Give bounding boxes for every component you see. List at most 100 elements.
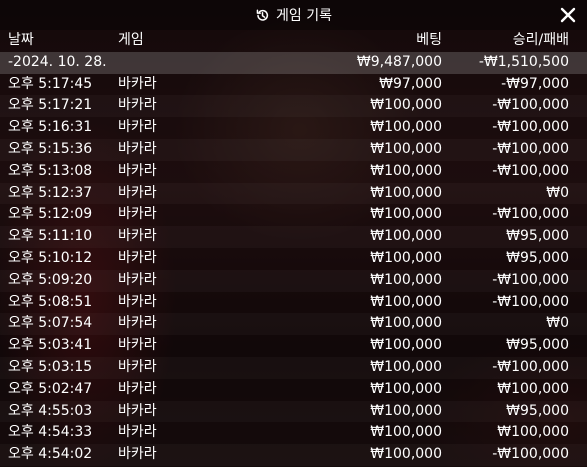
row-time: 오후 4:54:33 bbox=[8, 424, 93, 441]
row-bet: ₩100,000 bbox=[370, 380, 442, 397]
row-game: 바카라 bbox=[118, 162, 157, 179]
history-row[interactable]: 오후 5:17:45 바카라 ₩97,000 -₩97,000 bbox=[0, 74, 587, 96]
history-row[interactable]: 오후 5:10:12 바카라 ₩100,000 ₩95,000 bbox=[0, 248, 587, 270]
column-header-game: 게임 bbox=[118, 32, 144, 48]
history-row[interactable]: 오후 4:54:33 바카라 ₩100,000 ₩100,000 bbox=[0, 422, 587, 444]
row-time: 오후 5:03:41 bbox=[8, 337, 93, 354]
history-row[interactable]: 오후 5:09:20 바카라 ₩100,000 -₩100,000 bbox=[0, 270, 587, 292]
history-row[interactable]: 오후 5:13:08 바카라 ₩100,000 -₩100,000 bbox=[0, 161, 587, 183]
row-game: 바카라 bbox=[118, 119, 157, 136]
row-bet: ₩100,000 bbox=[370, 228, 442, 245]
row-winloss: ₩95,000 bbox=[506, 402, 569, 419]
history-row[interactable]: 오후 5:03:15 바카라 ₩100,000 -₩100,000 bbox=[0, 357, 587, 379]
row-time: 오후 5:08:51 bbox=[8, 293, 93, 310]
row-time: 오후 4:55:03 bbox=[8, 402, 93, 419]
row-game: 바카라 bbox=[118, 358, 157, 375]
date-summary-row[interactable]: -2024. 10. 28. ₩9,487,000 -₩1,510,500 bbox=[0, 51, 587, 74]
title-group: 게임 기록 bbox=[255, 5, 332, 25]
row-game: 바카라 bbox=[118, 249, 157, 266]
row-winloss: ₩95,000 bbox=[506, 249, 569, 266]
history-row[interactable]: 오후 5:12:09 바카라 ₩100,000 -₩100,000 bbox=[0, 204, 587, 226]
row-bet: ₩100,000 bbox=[370, 140, 442, 157]
history-list: 오후 5:17:45 바카라 ₩97,000 -₩97,000 오후 5:17:… bbox=[0, 74, 587, 466]
row-winloss: -₩100,000 bbox=[492, 119, 569, 136]
row-time: 오후 5:15:36 bbox=[8, 140, 93, 157]
row-game: 바카라 bbox=[118, 140, 157, 157]
row-bet: ₩100,000 bbox=[370, 315, 442, 332]
row-bet: ₩100,000 bbox=[370, 162, 442, 179]
summary-bet-total: ₩9,487,000 bbox=[356, 53, 442, 70]
column-header-date: 날짜 bbox=[8, 32, 34, 48]
row-bet: ₩100,000 bbox=[370, 119, 442, 136]
row-winloss: ₩100,000 bbox=[497, 424, 569, 441]
history-row[interactable]: 오후 5:07:54 바카라 ₩100,000 ₩0 bbox=[0, 313, 587, 335]
row-game: 바카라 bbox=[118, 97, 157, 114]
row-winloss: ₩95,000 bbox=[506, 337, 569, 354]
history-row[interactable]: 오후 4:55:03 바카라 ₩100,000 ₩95,000 bbox=[0, 401, 587, 423]
row-time: 오후 5:07:54 bbox=[8, 315, 93, 332]
summary-date: -2024. 10. 28. bbox=[8, 53, 107, 70]
row-time: 오후 5:03:15 bbox=[8, 358, 93, 375]
column-header-row: 날짜 게임 베팅 승리/패배 bbox=[0, 30, 587, 52]
row-time: 오후 5:17:45 bbox=[8, 75, 93, 92]
row-game: 바카라 bbox=[118, 337, 157, 354]
row-winloss: -₩100,000 bbox=[492, 140, 569, 157]
close-button[interactable] bbox=[557, 4, 579, 26]
row-time: 오후 5:16:31 bbox=[8, 119, 93, 136]
row-bet: ₩97,000 bbox=[379, 75, 442, 92]
row-bet: ₩100,000 bbox=[370, 446, 442, 463]
row-game: 바카라 bbox=[118, 206, 157, 223]
history-row[interactable]: 오후 5:02:47 바카라 ₩100,000 ₩100,000 bbox=[0, 379, 587, 401]
row-game: 바카라 bbox=[118, 75, 157, 92]
row-time: 오후 5:13:08 bbox=[8, 162, 93, 179]
row-bet: ₩100,000 bbox=[370, 206, 442, 223]
history-row[interactable]: 오후 5:12:37 바카라 ₩100,000 ₩0 bbox=[0, 183, 587, 205]
row-game: 바카라 bbox=[118, 380, 157, 397]
row-time: 오후 4:54:02 bbox=[8, 446, 93, 463]
row-game: 바카라 bbox=[118, 446, 157, 463]
history-row[interactable]: 오후 5:11:10 바카라 ₩100,000 ₩95,000 bbox=[0, 226, 587, 248]
summary-winloss-total: -₩1,510,500 bbox=[478, 53, 569, 70]
column-header-bet: 베팅 bbox=[416, 32, 442, 48]
row-game: 바카라 bbox=[118, 271, 157, 288]
row-winloss: -₩100,000 bbox=[492, 97, 569, 114]
row-winloss: -₩100,000 bbox=[492, 162, 569, 179]
row-bet: ₩100,000 bbox=[370, 293, 442, 310]
row-winloss: -₩100,000 bbox=[492, 446, 569, 463]
row-winloss: -₩100,000 bbox=[492, 206, 569, 223]
row-game: 바카라 bbox=[118, 315, 157, 332]
history-row[interactable]: 오후 5:08:51 바카라 ₩100,000 -₩100,000 bbox=[0, 292, 587, 314]
row-time: 오후 5:12:37 bbox=[8, 184, 93, 201]
history-row[interactable]: 오후 4:54:02 바카라 ₩100,000 -₩100,000 bbox=[0, 444, 587, 466]
row-time: 오후 5:09:20 bbox=[8, 271, 93, 288]
row-bet: ₩100,000 bbox=[370, 402, 442, 419]
row-winloss: ₩0 bbox=[546, 315, 569, 332]
row-game: 바카라 bbox=[118, 228, 157, 245]
row-winloss: -₩100,000 bbox=[492, 358, 569, 375]
row-time: 오후 5:11:10 bbox=[8, 228, 93, 245]
row-bet: ₩100,000 bbox=[370, 271, 442, 288]
row-time: 오후 5:10:12 bbox=[8, 249, 93, 266]
row-winloss: ₩95,000 bbox=[506, 228, 569, 245]
row-time: 오후 5:02:47 bbox=[8, 380, 93, 397]
row-bet: ₩100,000 bbox=[370, 249, 442, 266]
row-winloss: ₩0 bbox=[546, 184, 569, 201]
row-bet: ₩100,000 bbox=[370, 97, 442, 114]
row-time: 오후 5:17:21 bbox=[8, 97, 93, 114]
row-bet: ₩100,000 bbox=[370, 184, 442, 201]
row-time: 오후 5:12:09 bbox=[8, 206, 93, 223]
history-row[interactable]: 오후 5:17:21 바카라 ₩100,000 -₩100,000 bbox=[0, 95, 587, 117]
row-bet: ₩100,000 bbox=[370, 424, 442, 441]
panel-title: 게임 기록 bbox=[276, 8, 332, 24]
history-row[interactable]: 오후 5:15:36 바카라 ₩100,000 -₩100,000 bbox=[0, 139, 587, 161]
panel-header: 게임 기록 bbox=[0, 0, 587, 30]
row-winloss: ₩100,000 bbox=[497, 380, 569, 397]
row-winloss: -₩97,000 bbox=[501, 75, 569, 92]
game-history-panel: 게임 기록 날짜 게임 베팅 승리/패배 -2024. 10. 28. ₩9,4… bbox=[0, 0, 587, 467]
history-icon bbox=[255, 8, 270, 23]
close-icon bbox=[560, 7, 576, 23]
history-row[interactable]: 오후 5:03:41 바카라 ₩100,000 ₩95,000 bbox=[0, 335, 587, 357]
row-bet: ₩100,000 bbox=[370, 358, 442, 375]
history-row[interactable]: 오후 5:16:31 바카라 ₩100,000 -₩100,000 bbox=[0, 117, 587, 139]
row-game: 바카라 bbox=[118, 293, 157, 310]
